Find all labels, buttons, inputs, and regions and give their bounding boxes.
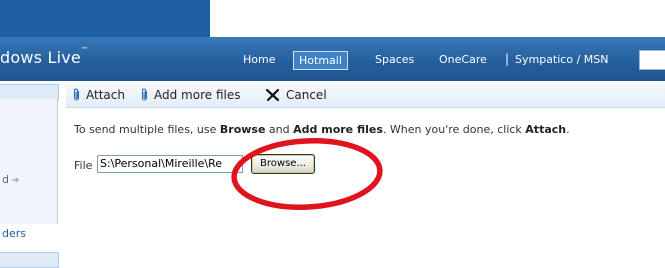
instruction-part: . When you're done, click [382,123,526,136]
sidebar-footer [0,252,59,268]
sidebar: d ➔ ders [0,81,59,268]
file-label: File [74,159,93,172]
brand-logo[interactable]: dows Live™ [0,46,89,67]
cancel-label: Cancel [286,88,327,102]
sidebar-item-manage-folders[interactable]: ders [2,227,26,240]
instruction-part: . [566,123,570,136]
cancel-button[interactable]: Cancel [265,88,327,102]
arrow-right-icon: ➔ [10,175,20,186]
paperclip-icon [73,88,80,101]
trademark-mark: ™ [80,46,89,54]
close-x-icon [265,88,280,102]
search-input[interactable] [639,50,665,70]
brand-text: dows Live [0,48,81,67]
sidebar-item-sent[interactable]: d ➔ [2,173,19,186]
file-path-input[interactable]: S:\Personal\Mireille\Re [97,155,243,173]
nav-home[interactable]: Home [243,51,275,68]
attach-label: Attach [86,88,125,102]
sidebar-item-label: d [2,173,9,186]
highlight-circle-annotation [231,138,383,210]
instruction-attach-emphasis: Attach [525,123,567,136]
attach-toolbar: Attach Add more files Cancel [66,85,665,108]
top-navbar: dows Live™ Home Hotmail Spaces OneCare |… [0,37,665,81]
attach-button[interactable]: Attach [73,88,125,102]
paperclip-icon [141,88,148,101]
nav-separator: | [505,52,510,66]
add-more-files-label: Add more files [154,88,241,102]
nav-hotmail[interactable]: Hotmail [293,51,348,70]
header-strip [0,0,210,37]
nav-spaces[interactable]: Spaces [375,51,414,68]
nav-sympatico-msn[interactable]: Sympatico / MSN [515,51,608,68]
nav-onecare[interactable]: OneCare [439,51,487,68]
add-more-files-button[interactable]: Add more files [141,88,240,102]
sidebar-folder-list [0,99,58,224]
instruction-part: To send multiple files, use [74,123,220,136]
